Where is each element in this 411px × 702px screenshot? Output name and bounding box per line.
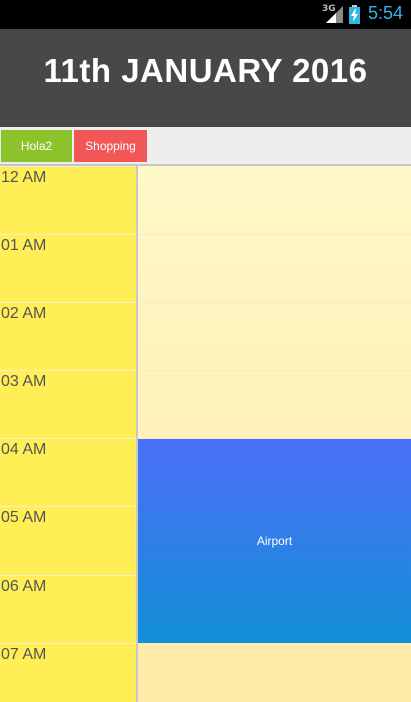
hour-label: 12 AM [1, 169, 47, 186]
hour-row: 03 AM [0, 370, 136, 438]
hour-row: 02 AM [0, 302, 136, 370]
hour-label: 07 AM [1, 646, 47, 663]
signal-icon [326, 6, 343, 23]
hour-divider [138, 302, 411, 303]
date-header: 11th JANUARY 2016 [0, 29, 411, 127]
hour-row: 01 AM [0, 234, 136, 302]
category-chip-hola2[interactable]: Hola2 [1, 130, 72, 162]
hours-column: 12 AM 01 AM 02 AM 03 AM 04 AM 05 AM 06 A… [0, 166, 138, 702]
hour-label: 06 AM [1, 578, 47, 595]
hour-row: 12 AM [0, 166, 136, 234]
hour-divider [138, 370, 411, 371]
day-events-column[interactable]: Airport [138, 166, 411, 702]
hour-label: 04 AM [1, 441, 47, 458]
status-bar: 3G 5:54 [0, 0, 411, 29]
hour-label: 05 AM [1, 509, 47, 526]
hour-divider [138, 643, 411, 644]
category-chip-shopping[interactable]: Shopping [74, 130, 147, 162]
hour-divider [138, 234, 411, 235]
hour-label: 02 AM [1, 305, 47, 322]
hour-row: 06 AM [0, 575, 136, 643]
category-bar: Hola2 Shopping [0, 127, 411, 166]
event-title: Airport [256, 534, 293, 548]
day-timeline[interactable]: 12 AM 01 AM 02 AM 03 AM 04 AM 05 AM 06 A… [0, 166, 411, 702]
event-airport[interactable]: Airport [138, 439, 411, 643]
hour-label: 01 AM [1, 237, 47, 254]
hour-row: 05 AM [0, 506, 136, 574]
hour-row: 04 AM [0, 438, 136, 506]
page-title: 11th JANUARY 2016 [43, 51, 368, 89]
clock-time: 5:54 [368, 3, 404, 23]
hour-row: 07 AM [0, 643, 136, 702]
battery-charging-icon [349, 5, 360, 24]
hour-label: 03 AM [1, 373, 47, 390]
